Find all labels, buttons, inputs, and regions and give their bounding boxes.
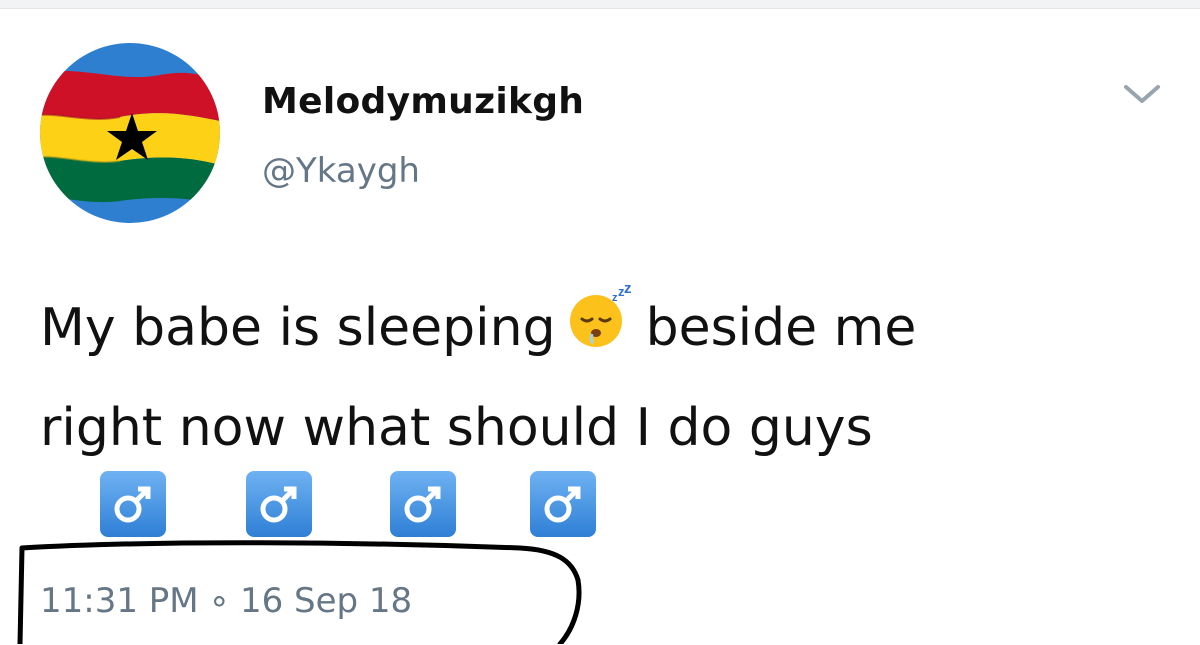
male-sign-icon [390,471,456,537]
tweet-text-part-2: beside me [645,298,917,358]
svg-text:z: z [624,285,632,297]
avatar[interactable] [40,43,220,223]
male-sign-icon [530,471,596,537]
ghana-flag-icon [40,43,220,223]
timestamp[interactable]: 11:31 PM ∘ 16 Sep 18 [40,581,412,621]
display-name[interactable]: Melodymuzikgh [262,81,584,122]
tweet-text: My babe is sleeping z z z beside me righ… [40,280,1160,475]
separator-dot: ∘ [208,581,230,621]
tweet-text-line-1: My babe is sleeping z z z beside me [40,280,1160,381]
male-sign-icon [246,471,312,537]
tweet-text-part-1: My babe is sleeping [40,298,556,358]
male-sign-icon [100,471,166,537]
tweet-card: Melodymuzikgh @Ykaygh My babe is sleepin… [0,8,1200,645]
sleeping-face-icon: z z z [566,280,632,381]
tweet-date: 16 Sep 18 [239,581,413,621]
chevron-down-icon[interactable] [1120,79,1164,109]
user-handle[interactable]: @Ykaygh [262,151,420,191]
tweet-text-line-2: right now what should I do guys [40,398,873,458]
tweet-time: 11:31 PM [40,581,199,621]
